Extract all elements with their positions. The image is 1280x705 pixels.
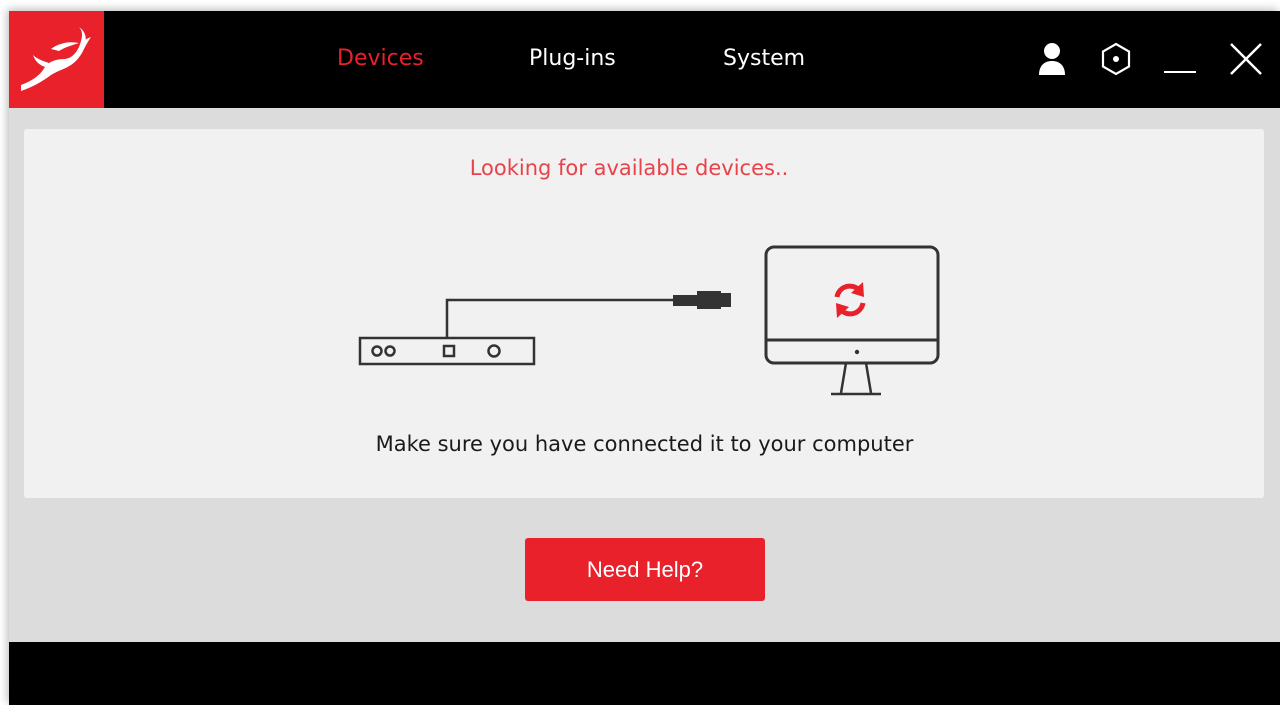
status-text: Looking for available devices.. bbox=[469, 156, 789, 180]
audio-interface-icon bbox=[358, 336, 536, 366]
connection-hint-text: Make sure you have connected it to your … bbox=[375, 432, 914, 456]
app-window: Devices Plug-ins System Looking for avai… bbox=[9, 11, 1280, 705]
minimize-icon[interactable] bbox=[1162, 41, 1198, 81]
close-icon[interactable] bbox=[1228, 41, 1264, 81]
tab-system[interactable]: System bbox=[723, 45, 805, 73]
footer-bar bbox=[9, 642, 1280, 705]
usb-cable-icon bbox=[445, 291, 731, 338]
user-icon[interactable] bbox=[1037, 41, 1067, 81]
tab-plug-ins[interactable]: Plug-ins bbox=[529, 45, 616, 73]
antelope-logo-icon bbox=[21, 27, 91, 91]
connection-illustration bbox=[349, 236, 949, 400]
tab-devices[interactable]: Devices bbox=[337, 45, 424, 73]
title-bar: Devices Plug-ins System bbox=[9, 11, 1280, 108]
antelope-logo[interactable] bbox=[9, 11, 104, 108]
computer-monitor-icon bbox=[764, 245, 940, 396]
hexagon-settings-icon[interactable] bbox=[1098, 41, 1134, 81]
need-help-button[interactable]: Need Help? bbox=[525, 538, 765, 601]
refresh-icon bbox=[834, 282, 866, 318]
